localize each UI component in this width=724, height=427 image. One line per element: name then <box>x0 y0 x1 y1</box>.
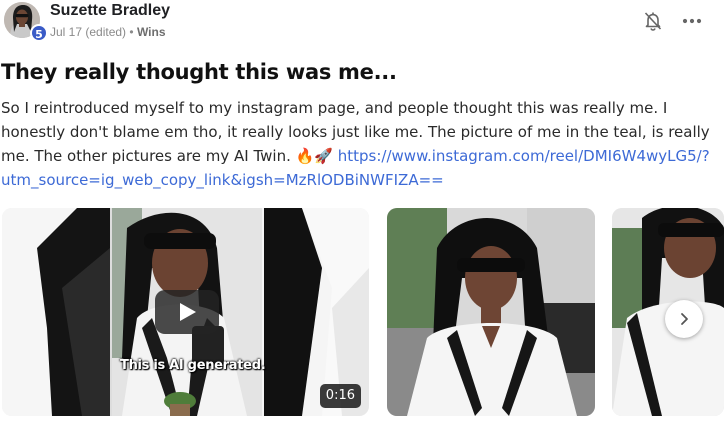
post-title: They really thought this was me... <box>1 60 397 84</box>
post-date: Jul 17 (edited) <box>50 25 127 39</box>
photo-image <box>387 208 595 416</box>
meta-separator: • <box>129 25 134 39</box>
video-duration: 0:16 <box>319 384 361 408</box>
post-meta: Jul 17 (edited) • Wins <box>50 25 166 39</box>
post-category[interactable]: Wins <box>137 25 166 39</box>
media-gallery: This is AI generated. 0:16 <box>0 206 724 418</box>
author-name[interactable]: Suzette Bradley <box>50 2 170 20</box>
video-caption: This is AI generated. <box>120 358 266 373</box>
chevron-right-icon <box>681 313 688 325</box>
bell-off-icon[interactable] <box>642 10 664 32</box>
next-image-button[interactable] <box>665 300 703 338</box>
post-header: 5 Suzette Bradley Jul 17 (edited) • Wins <box>0 0 724 48</box>
post-body: So I reintroduced myself to my instagram… <box>1 96 721 192</box>
play-icon <box>180 303 196 321</box>
play-button[interactable] <box>155 290 219 334</box>
video-thumbnail[interactable]: This is AI generated. 0:16 <box>2 208 369 416</box>
author-avatar-wrap[interactable]: 5 <box>4 2 48 42</box>
more-horizontal-icon[interactable] <box>680 10 704 32</box>
image-thumbnail[interactable] <box>387 208 595 416</box>
level-badge: 5 <box>30 24 48 42</box>
